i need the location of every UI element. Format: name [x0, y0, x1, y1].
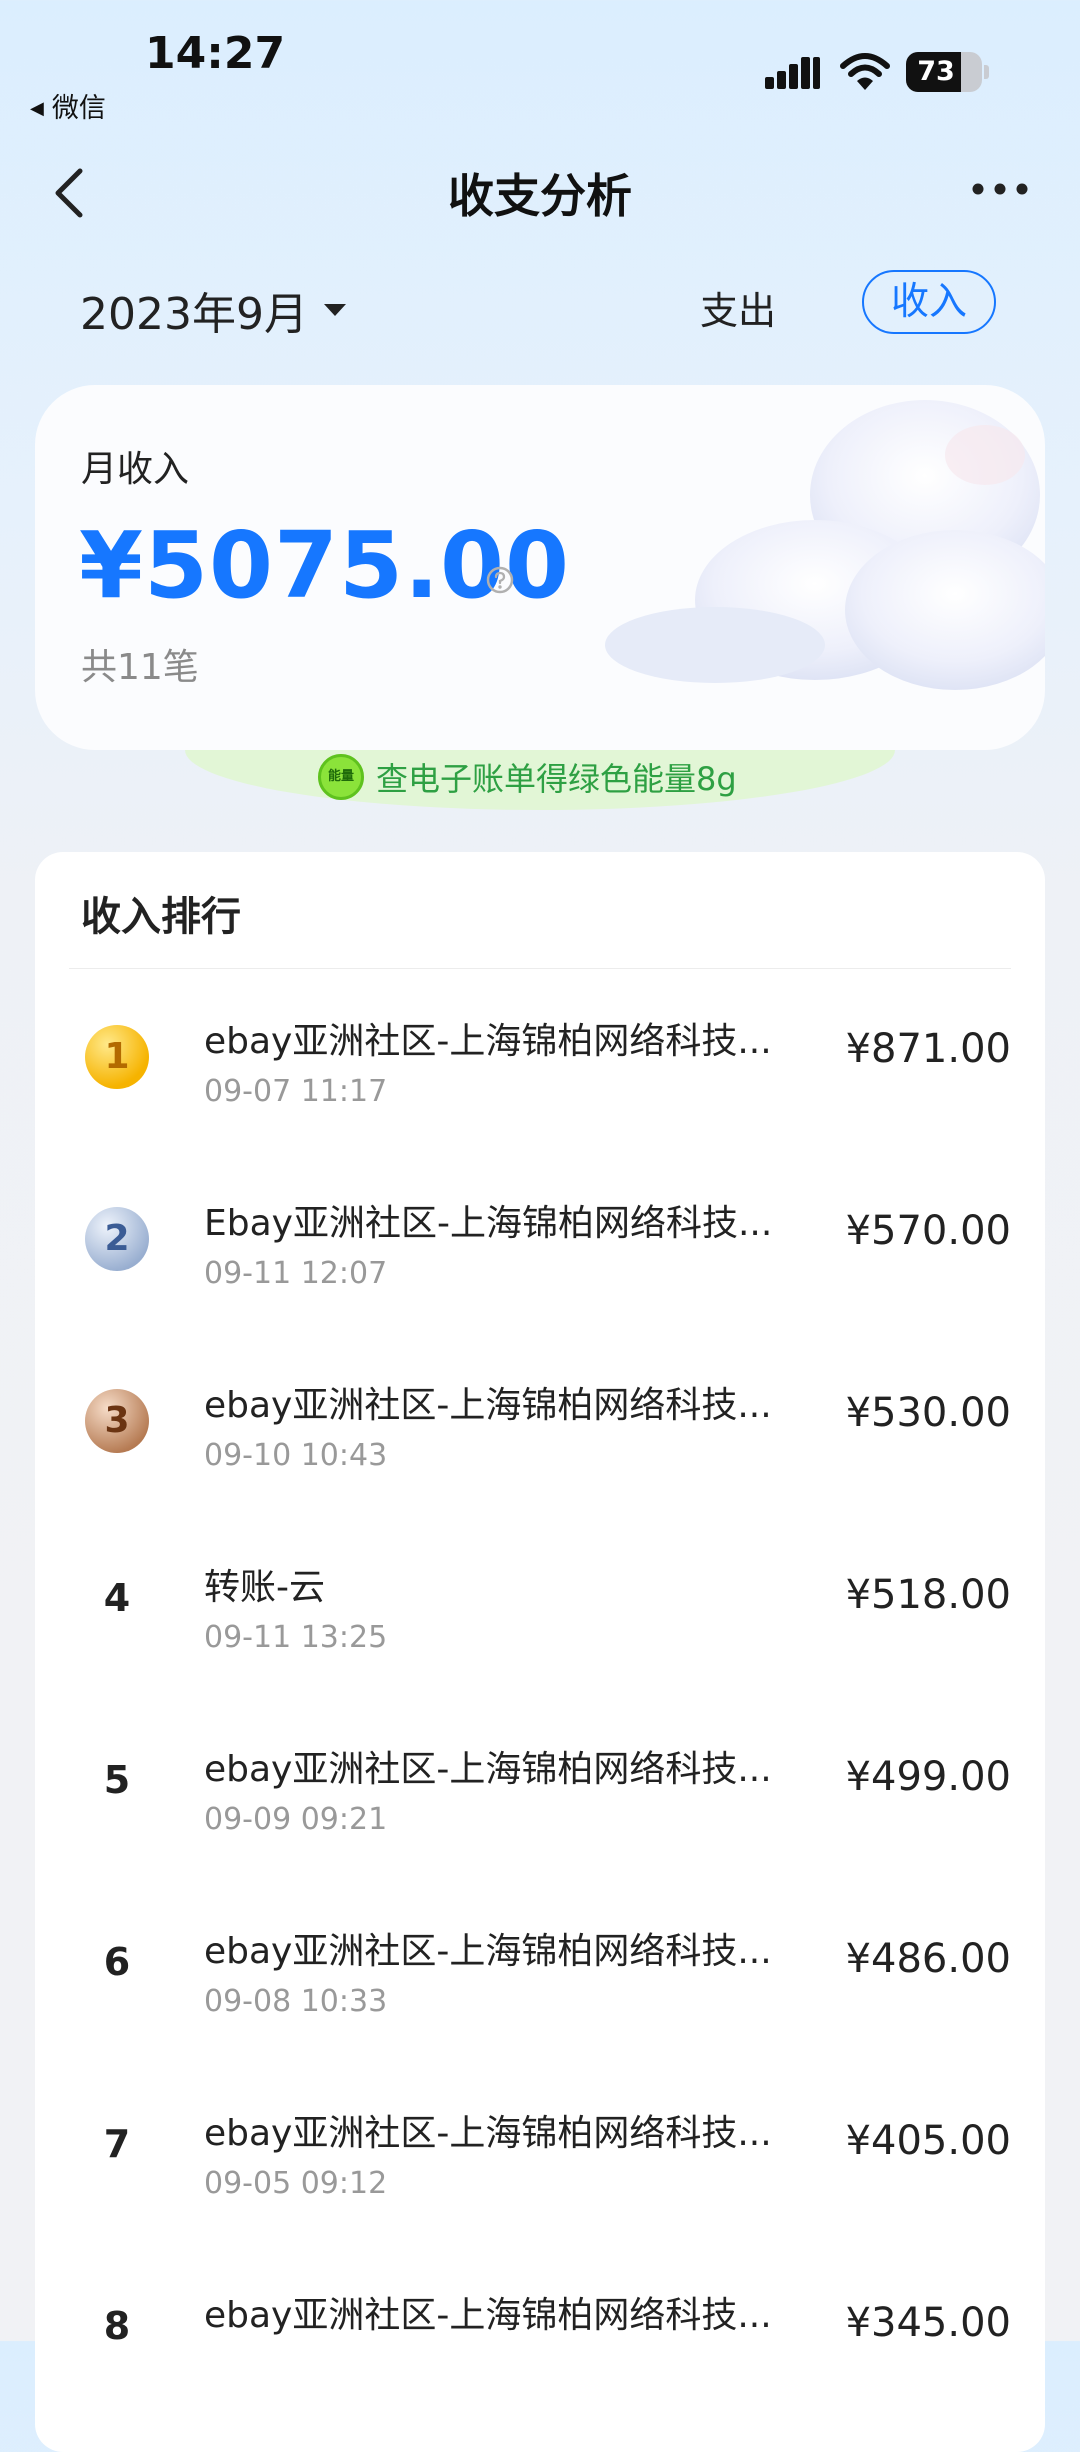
ranking-title: 收入排行 [81, 894, 241, 940]
battery-nub [984, 65, 989, 79]
gold-medal-icon: 1 [85, 1025, 149, 1089]
row-amount: ¥499.00 [845, 1754, 1011, 1800]
status-bar: 14:27 ◀ 微信 73 [0, 0, 1080, 130]
tab-expense[interactable]: 支出 [700, 280, 776, 335]
row-amount: ¥871.00 [845, 1026, 1011, 1072]
row-title: ebay亚洲社区-上海锦柏网络科技... [204, 1021, 772, 1062]
row-amount: ¥530.00 [845, 1390, 1011, 1436]
energy-badge-icon: 能量 [318, 754, 364, 800]
row-time: 09-10 10:43 [204, 1438, 388, 1473]
divider [69, 968, 1011, 969]
cellular-signal-icon [765, 57, 820, 89]
row-time: 09-08 10:33 [204, 1984, 388, 2019]
monthly-summary-card: 月收入 ¥5075.00 共11笔 [35, 385, 1045, 750]
rank-number: 7 [103, 2122, 131, 2166]
rank-number: 5 [103, 1758, 131, 1802]
ranking-row[interactable]: 7 ebay亚洲社区-上海锦柏网络科技... 09-05 09:12 ¥405.… [35, 2070, 1045, 2252]
row-title: ebay亚洲社区-上海锦柏网络科技... [204, 1385, 772, 1426]
row-time: 09-11 12:07 [204, 1256, 388, 1291]
monthly-income-label: 月收入 [81, 449, 190, 490]
row-title: ebay亚洲社区-上海锦柏网络科技... [204, 1749, 772, 1790]
silver-medal-icon: 2 [85, 1207, 149, 1271]
rank-number: 6 [103, 1940, 131, 1984]
row-amount: ¥405.00 [845, 2118, 1011, 2164]
cloud-illustration [605, 400, 1045, 690]
income-ranking-card: 收入排行 1 ebay亚洲社区-上海锦柏网络科技... 09-07 11:17 … [35, 852, 1045, 2452]
ranking-row[interactable]: 3 ebay亚洲社区-上海锦柏网络科技... 09-10 10:43 ¥530.… [35, 1342, 1045, 1524]
bronze-medal-icon: 3 [85, 1389, 149, 1453]
ranking-row[interactable]: 1 ebay亚洲社区-上海锦柏网络科技... 09-07 11:17 ¥871.… [35, 978, 1045, 1160]
ranking-row[interactable]: 5 ebay亚洲社区-上海锦柏网络科技... 09-09 09:21 ¥499.… [35, 1706, 1045, 1888]
row-time: 09-11 13:25 [204, 1620, 388, 1655]
ranking-row[interactable]: 6 ebay亚洲社区-上海锦柏网络科技... 09-08 10:33 ¥486.… [35, 1888, 1045, 2070]
transaction-count: 共11笔 [81, 647, 199, 688]
back-triangle-icon: ◀ [30, 98, 44, 119]
row-time: 09-07 11:17 [204, 1074, 388, 1109]
row-time: 09-05 09:12 [204, 2166, 388, 2201]
rank-number: 4 [103, 1576, 131, 1620]
back-to-app-label: 微信 [51, 93, 106, 124]
caret-down-icon [323, 304, 346, 316]
tab-income[interactable]: 收入 [862, 270, 996, 334]
row-title: ebay亚洲社区-上海锦柏网络科技... [204, 2295, 772, 2336]
row-amount: ¥570.00 [845, 1208, 1011, 1254]
ranking-row[interactable]: 8 ebay亚洲社区-上海锦柏网络科技... ¥345.00 [35, 2252, 1045, 2434]
rank-number: 8 [103, 2304, 131, 2348]
row-title: Ebay亚洲社区-上海锦柏网络科技... [204, 1203, 773, 1244]
row-amount: ¥486.00 [845, 1936, 1011, 1982]
status-time: 14:27 [145, 28, 286, 79]
energy-banner-text: 查电子账单得绿色能量8g [376, 760, 737, 798]
row-amount: ¥345.00 [845, 2300, 1011, 2346]
wifi-icon [840, 53, 890, 90]
month-picker[interactable]: 2023年9月 [80, 278, 348, 342]
row-title: ebay亚洲社区-上海锦柏网络科技... [204, 1931, 772, 1972]
back-to-app-link[interactable]: ◀ 微信 [30, 86, 106, 125]
battery-percent: 73 [917, 56, 955, 87]
month-label: 2023年9月 [80, 289, 308, 340]
battery-indicator: 73 [906, 52, 989, 92]
row-amount: ¥518.00 [845, 1572, 1011, 1618]
ranking-row[interactable]: 2 Ebay亚洲社区-上海锦柏网络科技... 09-11 12:07 ¥570.… [35, 1160, 1045, 1342]
energy-banner[interactable]: 能量 查电子账单得绿色能量8g [318, 754, 737, 800]
row-title: ebay亚洲社区-上海锦柏网络科技... [204, 2113, 772, 2154]
more-options-icon[interactable] [970, 176, 1030, 202]
row-time: 09-09 09:21 [204, 1802, 388, 1837]
page-title: 收支分析 [448, 169, 632, 223]
help-question-icon[interactable] [485, 565, 515, 595]
ranking-row[interactable]: 4 转账-云 09-11 13:25 ¥518.00 [35, 1524, 1045, 1706]
row-title: 转账-云 [204, 1567, 325, 1608]
